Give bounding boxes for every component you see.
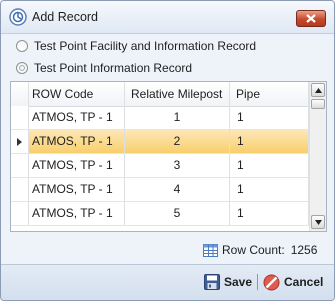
add-record-dialog: Add Record Test Point Facility and Infor… (0, 0, 335, 301)
cancel-button[interactable]: Cancel (263, 271, 323, 293)
scroll-down-arrow-icon (315, 220, 322, 225)
column-header-pipe[interactable]: Pipe (230, 82, 309, 106)
vertical-scrollbar[interactable] (309, 82, 326, 231)
option-facility-and-information[interactable]: Test Point Facility and Information Reco… (16, 37, 256, 55)
radio-information-record[interactable] (16, 62, 28, 74)
table-row[interactable]: ATMOS, TP - 1 5 1 (11, 202, 309, 226)
scroll-thumb[interactable] (311, 99, 325, 109)
row-count-label: Row Count: (222, 243, 285, 257)
table-row[interactable]: ATMOS, TP - 1 4 1 (11, 178, 309, 202)
close-icon (306, 14, 316, 23)
dialog-footer: Save Cancel (1, 264, 334, 300)
row-count-status: Row Count: 1256 (203, 242, 317, 258)
scroll-down-button[interactable] (311, 215, 325, 229)
radio-facility-and-information[interactable] (16, 40, 28, 52)
row-selector[interactable] (11, 178, 29, 201)
cancel-icon (263, 274, 280, 290)
row-selector-header (11, 82, 29, 106)
row-selector[interactable] (11, 130, 29, 153)
cell-row-code[interactable]: ATMOS, TP - 1 (29, 202, 125, 225)
cell-pipe[interactable]: 1 (230, 178, 309, 201)
cell-row-code[interactable]: ATMOS, TP - 1 (29, 106, 125, 129)
current-row-arrow-icon (17, 138, 22, 146)
save-button[interactable]: Save (204, 271, 252, 293)
grid-header: ROW Code Relative Milepost Pipe (11, 82, 309, 107)
scroll-up-arrow-icon (315, 88, 322, 93)
row-selector[interactable] (11, 154, 29, 177)
row-count-value: 1256 (290, 243, 318, 257)
cell-relative-milepost[interactable]: 3 (125, 154, 230, 177)
cancel-label: Cancel (284, 275, 324, 289)
cell-row-code[interactable]: ATMOS, TP - 1 (29, 130, 125, 153)
records-grid: ROW Code Relative Milepost Pipe ATMOS, T… (10, 81, 327, 232)
cell-relative-milepost[interactable]: 5 (125, 202, 230, 225)
option-label: Test Point Information Record (34, 61, 193, 75)
cell-row-code[interactable]: ATMOS, TP - 1 (29, 178, 125, 201)
scroll-up-button[interactable] (311, 83, 325, 97)
title-bar: Add Record (1, 1, 334, 34)
table-row[interactable]: ATMOS, TP - 1 1 1 (11, 106, 309, 130)
column-header-row-code[interactable]: ROW Code (29, 82, 125, 106)
table-row[interactable]: ATMOS, TP - 1 3 1 (11, 154, 309, 178)
table-row-selected[interactable]: ATMOS, TP - 1 2 1 (11, 130, 309, 154)
save-icon (204, 274, 220, 290)
cell-relative-milepost[interactable]: 1 (125, 106, 230, 129)
cell-pipe[interactable]: 1 (230, 202, 309, 225)
cell-relative-milepost[interactable]: 2 (125, 130, 230, 153)
add-record-icon (9, 8, 27, 26)
option-label: Test Point Facility and Information Reco… (34, 39, 257, 53)
option-information-record[interactable]: Test Point Information Record (16, 59, 192, 77)
row-selector[interactable] (11, 106, 29, 129)
cell-pipe[interactable]: 1 (230, 106, 309, 129)
cell-row-code[interactable]: ATMOS, TP - 1 (29, 154, 125, 177)
save-label: Save (224, 275, 253, 289)
dialog-title: Add Record (32, 10, 99, 24)
column-header-relative-milepost[interactable]: Relative Milepost (125, 82, 230, 106)
cell-pipe[interactable]: 1 (230, 130, 309, 153)
table-grid-icon (203, 243, 218, 257)
row-selector[interactable] (11, 202, 29, 225)
button-divider (257, 274, 258, 290)
close-button[interactable] (296, 10, 326, 27)
cell-relative-milepost[interactable]: 4 (125, 178, 230, 201)
cell-pipe[interactable]: 1 (230, 154, 309, 177)
